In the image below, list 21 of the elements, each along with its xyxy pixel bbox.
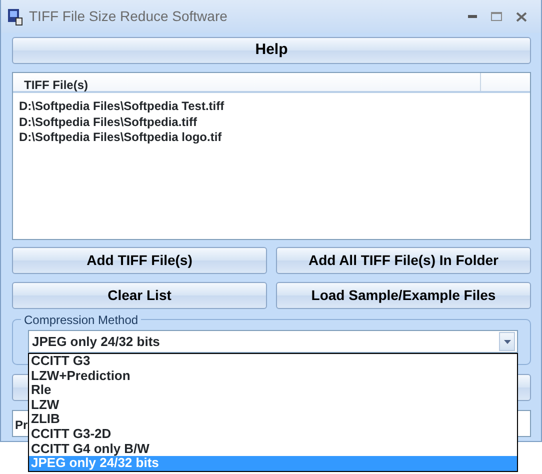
action-button[interactable]: Add All TIFF File(s) In Folder — [276, 247, 531, 274]
minimize-icon[interactable] — [468, 14, 477, 18]
dropdown-option[interactable]: CCITT G3-2D — [29, 426, 517, 442]
close-icon[interactable] — [516, 12, 527, 22]
file-row[interactable]: D:\Softpedia Files\Softpedia.tiff — [13, 114, 530, 130]
dropdown-option[interactable]: LZW — [29, 398, 517, 412]
dropdown-option[interactable]: Rle — [29, 383, 517, 398]
dropdown-option[interactable]: ZLIB — [29, 412, 517, 427]
maximize-icon[interactable] — [491, 12, 502, 21]
app-icon — [7, 8, 23, 26]
dropdown-option[interactable]: LZW+Prediction — [29, 368, 517, 384]
help-button[interactable]: Help — [12, 37, 531, 64]
action-button[interactable]: Load Sample/Example Files — [276, 282, 531, 309]
file-row[interactable]: D:\Softpedia Files\Softpedia Test.tiff — [13, 99, 530, 115]
dropdown-option[interactable]: CCITT G3 — [29, 354, 517, 369]
action-button[interactable]: Add TIFF File(s) — [12, 247, 267, 274]
dropdown-option[interactable]: CCITT G4 only B/W — [29, 442, 517, 456]
action-button[interactable]: Clear List — [12, 282, 267, 309]
file-row[interactable]: D:\Softpedia Files\Softpedia logo.tif — [13, 130, 530, 146]
caret-icon — [504, 340, 510, 344]
window-title: TIFF File Size Reduce Software — [29, 7, 228, 26]
